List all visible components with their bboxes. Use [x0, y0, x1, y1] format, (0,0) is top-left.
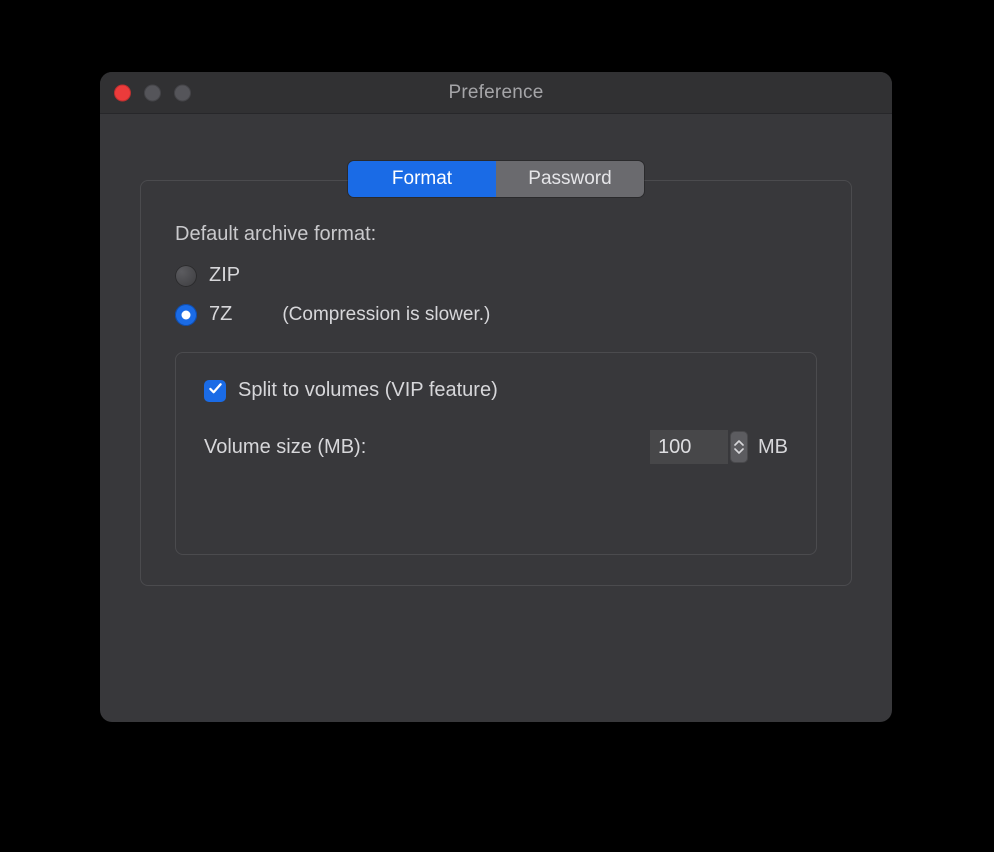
- radio-row-zip[interactable]: ZIP: [175, 264, 817, 287]
- format-radio-group: ZIP 7Z (Compression is slower.): [175, 264, 817, 326]
- format-heading: Default archive format:: [175, 223, 817, 246]
- maximize-button[interactable]: [174, 84, 191, 101]
- chevron-up-icon: [734, 440, 744, 447]
- minimize-button[interactable]: [144, 84, 161, 101]
- tab-format[interactable]: Format: [348, 161, 496, 197]
- radio-7z[interactable]: [175, 304, 197, 326]
- radio-7z-note: (Compression is slower.): [282, 304, 490, 326]
- chevron-down-icon: [734, 447, 744, 454]
- tab-password[interactable]: Password: [496, 161, 644, 197]
- traffic-lights: [114, 84, 191, 101]
- main-panel: Format Password Default archive format: …: [140, 180, 852, 586]
- check-icon: [208, 381, 223, 401]
- window-title: Preference: [449, 82, 544, 104]
- close-button[interactable]: [114, 84, 131, 101]
- titlebar: Preference: [100, 72, 892, 114]
- volume-size-unit: MB: [758, 436, 788, 459]
- split-checkbox-label: Split to volumes (VIP feature): [238, 379, 498, 402]
- volume-size-input[interactable]: [650, 430, 728, 464]
- content-area: Format Password Default archive format: …: [100, 114, 892, 616]
- split-panel: Split to volumes (VIP feature) Volume si…: [175, 352, 817, 555]
- radio-row-7z[interactable]: 7Z (Compression is slower.): [175, 303, 817, 326]
- radio-zip-label: ZIP: [209, 264, 240, 287]
- volume-size-label: Volume size (MB):: [204, 436, 366, 459]
- radio-zip[interactable]: [175, 265, 197, 287]
- preference-window: Preference Format Password Default archi…: [100, 72, 892, 722]
- volume-size-row: Volume size (MB): MB: [204, 430, 788, 464]
- radio-7z-label: 7Z: [209, 303, 232, 326]
- volume-size-stepper[interactable]: [730, 431, 748, 463]
- split-checkbox-row[interactable]: Split to volumes (VIP feature): [204, 379, 788, 402]
- split-checkbox[interactable]: [204, 380, 226, 402]
- tab-bar: Format Password: [348, 161, 644, 197]
